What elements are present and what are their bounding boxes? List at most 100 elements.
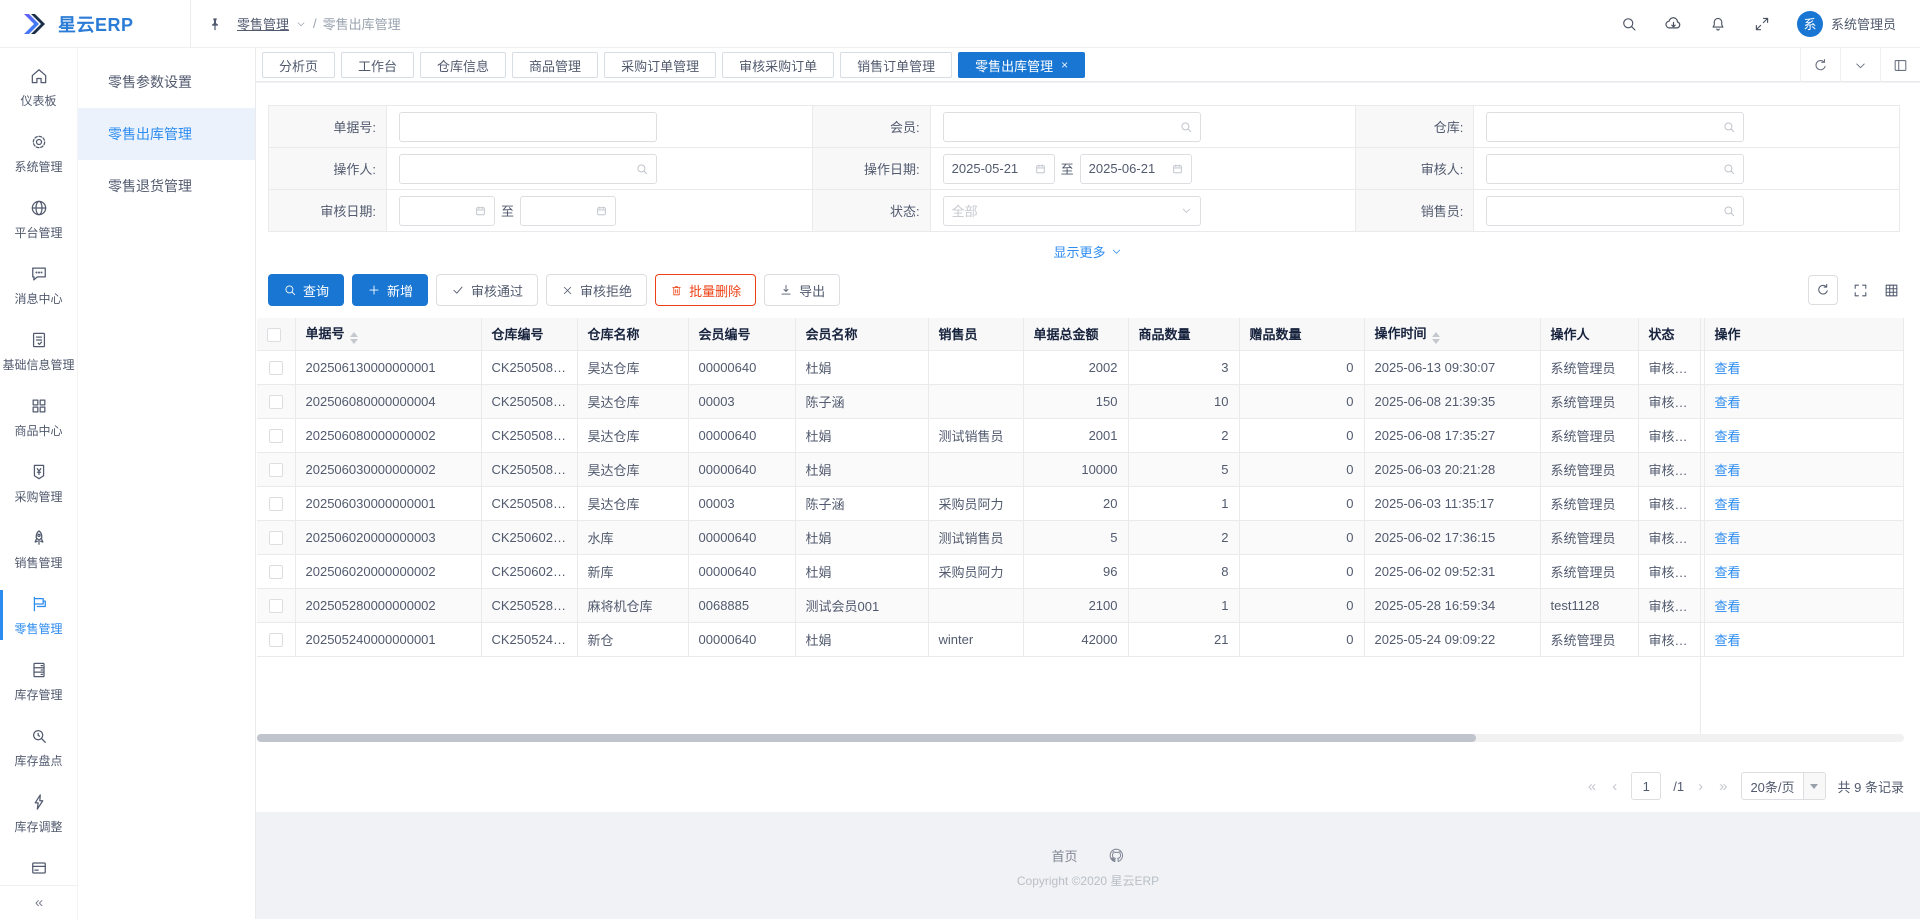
view-link[interactable]: 查看 <box>1715 463 1741 478</box>
sidebar-item-stock-check[interactable]: 库存盘点 <box>0 714 77 780</box>
sidebar-item-system[interactable]: 系统管理 <box>0 120 77 186</box>
user-menu[interactable]: 系 系统管理员 <box>1797 11 1896 37</box>
view-link[interactable]: 查看 <box>1715 395 1741 410</box>
refresh-table-icon[interactable] <box>1808 275 1838 305</box>
sidebar-item-sales[interactable]: 销售管理 <box>0 516 77 582</box>
prev-page-button[interactable]: ‹ <box>1610 778 1619 795</box>
cloud-download-icon[interactable] <box>1664 14 1683 33</box>
op-date-to-input[interactable] <box>1080 154 1192 184</box>
bill-no-input[interactable] <box>399 112 657 142</box>
sidebar-item-platform[interactable]: 平台管理 <box>0 186 77 252</box>
fullscreen-icon[interactable] <box>1753 15 1771 33</box>
row-checkbox[interactable] <box>269 633 283 647</box>
auditor-input[interactable] <box>1486 154 1744 184</box>
layout-toggle-icon[interactable] <box>1880 48 1920 82</box>
add-button[interactable]: 新增 <box>352 274 428 306</box>
select-all-checkbox[interactable] <box>267 328 281 342</box>
row-checkbox[interactable] <box>269 429 283 443</box>
column-settings-icon[interactable] <box>1883 282 1900 299</box>
last-page-button[interactable]: » <box>1717 778 1729 795</box>
sidebar-item-retail[interactable]: 零售管理 <box>0 582 77 648</box>
query-button[interactable]: 查询 <box>268 274 344 306</box>
tab-6[interactable]: 销售订单管理 <box>840 52 952 78</box>
page-size-select[interactable]: 20条/页 <box>1741 772 1825 800</box>
refresh-tabs-icon[interactable] <box>1800 48 1840 82</box>
page-number-input[interactable]: 1 <box>1631 772 1661 800</box>
tab-menu-chevron-icon[interactable] <box>1840 48 1880 82</box>
footer-home-link[interactable]: 首页 <box>1051 846 1077 865</box>
view-link[interactable]: 查看 <box>1715 599 1741 614</box>
column-header[interactable]: 操作时间 <box>1364 318 1540 350</box>
row-checkbox[interactable] <box>269 497 283 511</box>
member-input[interactable] <box>943 112 1201 142</box>
tab-4[interactable]: 采购订单管理 <box>604 52 716 78</box>
tab-0[interactable]: 分析页 <box>262 52 335 78</box>
tab-2[interactable]: 仓库信息 <box>420 52 506 78</box>
warehouse-input[interactable] <box>1486 112 1744 142</box>
submenu-item-retail-outbound[interactable]: 零售出库管理 <box>78 108 255 160</box>
tab-3[interactable]: 商品管理 <box>512 52 598 78</box>
sidebar-item-stock[interactable]: 库存管理 <box>0 648 77 714</box>
table-cell: 水库 <box>577 520 688 554</box>
row-checkbox[interactable] <box>269 463 283 477</box>
table-cell: 新仓 <box>577 622 688 656</box>
tab-close-icon[interactable]: × <box>1061 58 1068 72</box>
table-cell: 麻将机仓库 <box>577 588 688 622</box>
audit-date-to-input[interactable] <box>520 196 616 226</box>
row-checkbox[interactable] <box>269 361 283 375</box>
next-page-button[interactable]: › <box>1696 778 1705 795</box>
fullscreen-table-icon[interactable] <box>1852 282 1869 299</box>
search-icon[interactable] <box>1620 15 1638 33</box>
row-checkbox[interactable] <box>269 531 283 545</box>
view-link[interactable]: 查看 <box>1715 429 1741 444</box>
github-icon[interactable] <box>1108 847 1125 864</box>
table-cell <box>928 384 1023 418</box>
bell-icon[interactable] <box>1709 15 1727 33</box>
view-link[interactable]: 查看 <box>1715 361 1741 376</box>
show-more-link[interactable]: 显示更多 <box>1053 242 1122 261</box>
sidebar-collapse-button[interactable]: « <box>0 885 78 919</box>
status-select[interactable]: 全部 <box>943 196 1201 226</box>
column-header[interactable]: 单据号 <box>295 318 481 350</box>
sidebar-item-stock-adjust[interactable]: 库存调整 <box>0 780 77 846</box>
salesperson-input[interactable] <box>1486 196 1744 226</box>
pin-icon[interactable] <box>207 16 223 32</box>
table-cell: 系统管理员 <box>1540 486 1638 520</box>
export-button[interactable]: 导出 <box>764 274 840 306</box>
tab-7[interactable]: 零售出库管理× <box>958 52 1085 78</box>
tab-1[interactable]: 工作台 <box>341 52 414 78</box>
first-page-button[interactable]: « <box>1586 778 1598 795</box>
view-link[interactable]: 查看 <box>1715 497 1741 512</box>
submenu-item-retail-return[interactable]: 零售退货管理 <box>78 160 255 212</box>
row-checkbox[interactable] <box>269 565 283 579</box>
view-link[interactable]: 查看 <box>1715 531 1741 546</box>
avatar: 系 <box>1797 11 1823 37</box>
sidebar-item-goods-center[interactable]: 商品中心 <box>0 384 77 450</box>
reject-button[interactable]: 审核拒绝 <box>546 274 647 306</box>
column-header: 操作人 <box>1540 318 1638 350</box>
sidebar-item-settlement[interactable]: 结算管理 <box>0 846 77 885</box>
sidebar-item-message-center[interactable]: 消息中心 <box>0 252 77 318</box>
breadcrumb-menu[interactable]: 零售管理 <box>237 14 289 33</box>
batch-delete-button[interactable]: 批量删除 <box>655 274 756 306</box>
submenu-item-retail-params[interactable]: 零售参数设置 <box>78 56 255 108</box>
view-link[interactable]: 查看 <box>1715 633 1741 648</box>
op-date-from-input[interactable] <box>943 154 1055 184</box>
table-cell: CK25050800... <box>481 486 577 520</box>
row-checkbox[interactable] <box>269 395 283 409</box>
approve-button[interactable]: 审核通过 <box>436 274 538 306</box>
audit-date-from-input[interactable] <box>399 196 495 226</box>
sidebar-item-purchase[interactable]: 采购管理 <box>0 450 77 516</box>
table-cell: 审核通过 <box>1638 588 1704 622</box>
table-cell: 昊达仓库 <box>577 350 688 384</box>
tab-5[interactable]: 审核采购订单 <box>722 52 834 78</box>
operator-input[interactable] <box>399 154 657 184</box>
row-checkbox[interactable] <box>269 599 283 613</box>
table-cell: 审核通过 <box>1638 520 1704 554</box>
sidebar-item-dashboard[interactable]: 仪表板 <box>0 54 77 120</box>
flag-icon <box>29 594 49 614</box>
view-link[interactable]: 查看 <box>1715 565 1741 580</box>
table-cell: 5 <box>1128 452 1239 486</box>
scrollbar-thumb[interactable] <box>257 734 1476 742</box>
sidebar-item-base-info[interactable]: 基础信息管理 <box>0 318 77 384</box>
